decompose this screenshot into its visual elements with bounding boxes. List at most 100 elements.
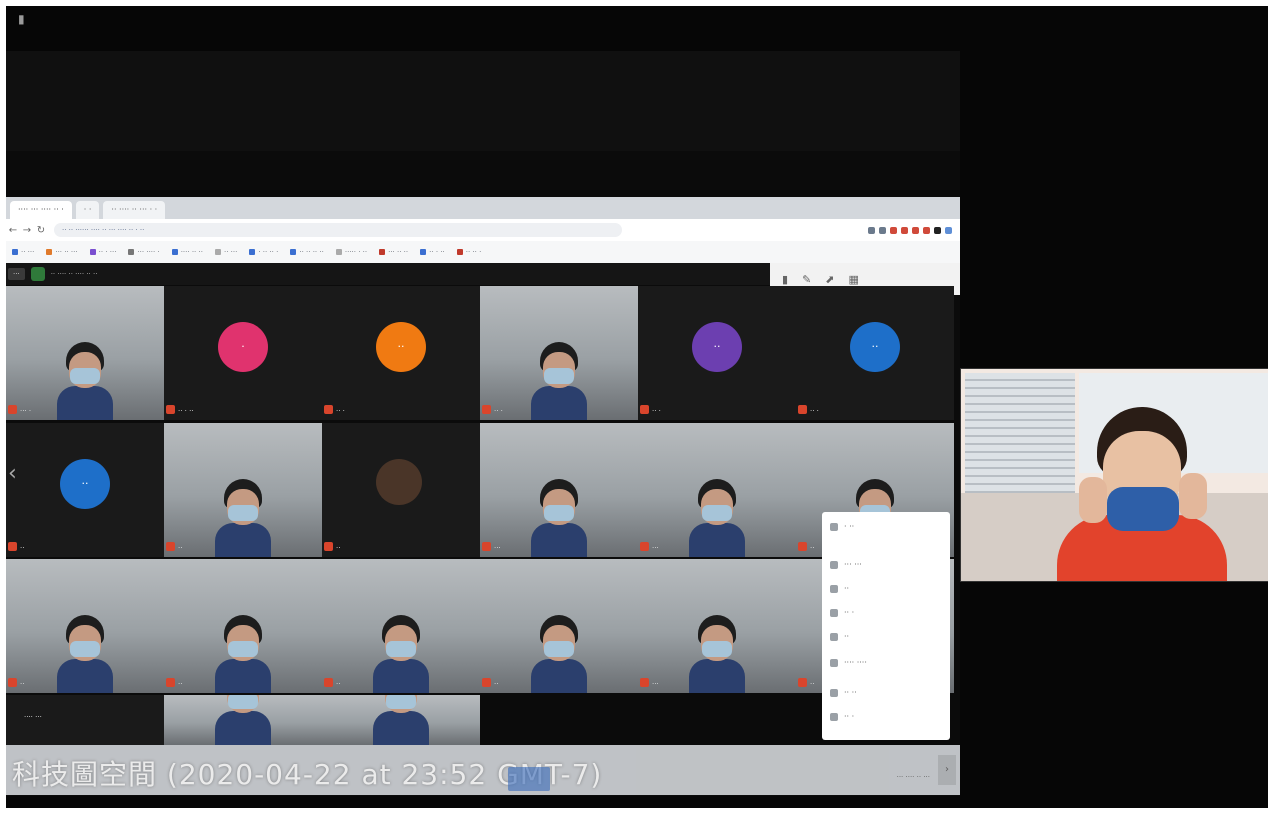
bookmark-label: ··· ·· ··	[388, 248, 409, 256]
bookmark-item[interactable]: ··· ···· ·	[128, 248, 160, 256]
bookmark-item[interactable]: ···· ·· ··	[171, 248, 203, 256]
participant-name: ·· ·	[494, 407, 503, 415]
extension-icon[interactable]	[945, 226, 952, 234]
menu-item-icon	[830, 688, 838, 697]
participant-tile[interactable]: ···	[638, 423, 796, 557]
participant-video	[531, 479, 587, 557]
bookmark-label: ·· ···	[223, 248, 238, 256]
browser-tab[interactable]: ·· ···· ·· ··· · ·	[103, 201, 166, 219]
participant-tile[interactable]	[322, 695, 480, 745]
bookmark-label: ··· ·· ···	[55, 248, 78, 256]
participant-tile[interactable]: ·· ·	[480, 286, 638, 420]
extension-icons	[868, 226, 952, 234]
participant-avatar: ··	[850, 322, 900, 372]
participant-tile[interactable]: ···· ···	[6, 695, 164, 745]
extension-icon[interactable]	[879, 226, 886, 234]
bookmark-item[interactable]: ·· · ··	[420, 248, 445, 256]
mic-muted-icon	[640, 678, 649, 687]
bookmark-item[interactable]: ·· · ···	[89, 248, 116, 256]
participant-tile[interactable]: ··	[322, 559, 480, 693]
context-menu-item[interactable]: · ··	[830, 522, 854, 531]
caption-right-text: ··· ···· ·· ···	[896, 773, 930, 781]
bookmark-item[interactable]: · ·· ·· ·	[249, 248, 278, 256]
participant-tile[interactable]: · ·· · ··	[164, 286, 322, 420]
speaker-person	[1057, 407, 1227, 581]
back-icon[interactable]: ←	[6, 225, 20, 236]
menu-item-icon	[830, 584, 838, 593]
participant-tile[interactable]: ···	[480, 423, 638, 557]
address-bar[interactable]: ·· ·· ······ ···· ·· ··· ···· ·· · ··	[54, 223, 622, 237]
extension-icon[interactable]	[934, 226, 941, 234]
participant-name: ··	[178, 544, 183, 552]
participant-mask	[70, 368, 100, 384]
window-indicator-icon: ▮	[18, 12, 25, 26]
participant-tile[interactable]: ·· ··	[6, 423, 164, 557]
extension-icon[interactable]	[901, 226, 908, 234]
speaker-mask	[1107, 487, 1179, 531]
meeting-toolbar: ··· ·· ···· ·· ···· ·· ·· ▮ ✎ ⬈ ▦	[6, 263, 960, 295]
bookmark-item[interactable]: ··· ·· ··	[379, 248, 408, 256]
menu-item-label: ··	[844, 584, 850, 593]
gallery-icon[interactable]: ▦	[849, 273, 859, 286]
bookmark-item[interactable]: ·· ·· ·· ··	[290, 248, 324, 256]
participant-tile[interactable]	[164, 695, 322, 745]
context-menu-item[interactable]: ·· ··	[830, 688, 857, 697]
reload-icon[interactable]: ↻	[34, 225, 48, 236]
bookmark-item[interactable]: ·· ···	[12, 248, 34, 256]
bookmark-icon	[171, 249, 178, 255]
context-menu-item[interactable]: ··	[830, 632, 849, 641]
participant-tile[interactable]: ··	[164, 423, 322, 557]
context-menu-item[interactable]: ·· ·	[830, 712, 854, 721]
participant-tile[interactable]: ··	[322, 423, 480, 557]
bookmark-icon	[420, 249, 427, 255]
menu-item-icon	[830, 712, 838, 721]
bookmark-item[interactable]: ··· ·· ···	[46, 248, 78, 256]
participant-thumbnail	[376, 459, 422, 505]
browser-tab[interactable]: · ·	[75, 201, 100, 219]
participant-tile[interactable]: ···	[638, 559, 796, 693]
participant-tile[interactable]: ·· ·· ·	[638, 286, 796, 420]
bookmark-item[interactable]: ·· ·· ·	[456, 248, 481, 256]
context-menu: · ·· ··· ··· ·· ·· · ·· ···· ···· ·· ·· ·· ·	[822, 512, 950, 740]
mic-muted-icon	[798, 405, 807, 414]
participant-mask	[544, 368, 574, 384]
view-pill[interactable]: ···	[8, 268, 25, 280]
forward-icon[interactable]: →	[20, 225, 34, 236]
extension-icon[interactable]	[923, 226, 930, 234]
participant-tile[interactable]: ··	[164, 559, 322, 693]
participant-tile[interactable]: ·· ·· ·	[796, 286, 954, 420]
stop-icon[interactable]: ▮	[782, 273, 788, 286]
annotate-icon[interactable]: ✎	[802, 273, 811, 286]
participant-tile[interactable]: ··· ·	[6, 286, 164, 420]
context-menu-item[interactable]: ··	[830, 584, 849, 593]
meeting-toolbar-left: ··· ·· ···· ·· ···· ·· ··	[8, 267, 97, 281]
bookmark-item[interactable]: ····· · ··	[335, 248, 367, 256]
participant-avatar: ·	[218, 322, 268, 372]
bookmark-icon	[128, 249, 135, 255]
context-menu-item[interactable]: ·· ·	[830, 608, 854, 617]
bookmark-item[interactable]: ·· ···	[214, 248, 238, 256]
participant-name: ···· ···	[24, 713, 42, 721]
extension-icon[interactable]	[912, 226, 919, 234]
context-menu-item[interactable]: ··· ···	[830, 560, 862, 569]
bookmark-icon	[249, 249, 256, 255]
previous-page-icon[interactable]: ‹	[8, 461, 17, 486]
participant-name: ··	[336, 680, 341, 688]
extension-icon[interactable]	[890, 226, 897, 234]
collapse-button[interactable]: ›	[938, 755, 956, 785]
extension-icon[interactable]	[868, 226, 875, 234]
browser-tab[interactable]: ···· ··· ···· ·· ·	[10, 201, 72, 219]
mic-muted-icon	[324, 542, 333, 551]
participant-tile[interactable]: ·· ·· ·	[322, 286, 480, 420]
bookmark-icon	[46, 249, 53, 255]
participant-torso	[689, 523, 745, 557]
context-menu-item[interactable]: ···· ····	[830, 658, 867, 667]
participant-tile[interactable]: ··	[6, 559, 164, 693]
participant-name: ··	[20, 544, 25, 552]
participant-video	[215, 695, 271, 745]
participant-tile[interactable]: ··	[480, 559, 638, 693]
browser-tab-strip: ···· ··· ···· ·· · · · ·· ···· ·· ··· · …	[6, 197, 960, 219]
meeting-title: ·· ···· ·· ···· ·· ··	[50, 270, 98, 278]
participant-video	[373, 695, 429, 745]
share-icon[interactable]: ⬈	[825, 273, 834, 286]
